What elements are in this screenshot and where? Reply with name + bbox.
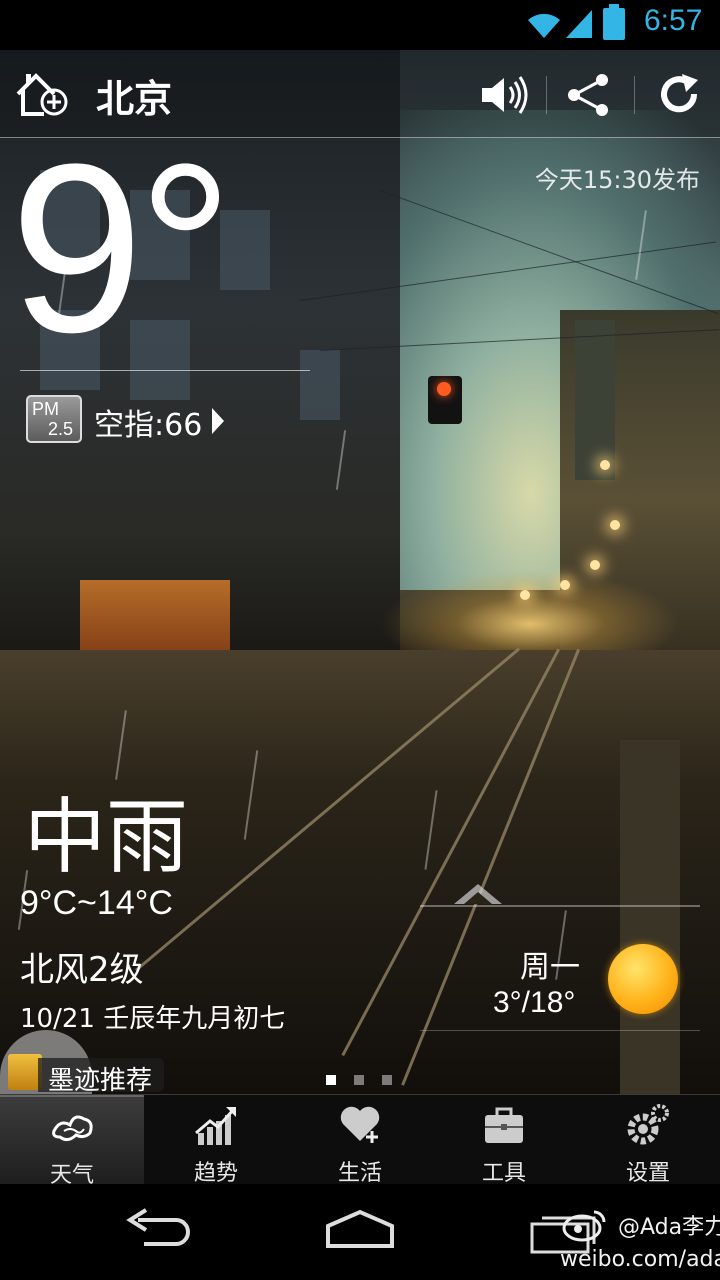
expand-up-icon[interactable] bbox=[454, 884, 502, 904]
heart-plus-icon bbox=[340, 1106, 380, 1143]
tab-settings[interactable]: 设置 bbox=[576, 1095, 720, 1186]
tab-label: 生活 bbox=[337, 1161, 382, 1186]
bottom-tab-bar: 天气 趋势 生活 工具 设置 bbox=[0, 1094, 720, 1188]
status-bar: 6:57 bbox=[0, 0, 720, 50]
speaker-icon[interactable] bbox=[478, 72, 530, 118]
trend-chart-icon bbox=[195, 1107, 236, 1145]
sun-icon bbox=[608, 944, 678, 1014]
publish-time: 今天15:30发布 bbox=[534, 166, 700, 194]
street-lamp bbox=[600, 460, 610, 470]
tab-tools[interactable]: 工具 bbox=[432, 1095, 576, 1186]
street-lamp bbox=[560, 580, 570, 590]
church-tower bbox=[575, 320, 615, 480]
chevron-right-icon[interactable] bbox=[212, 408, 224, 434]
pm25-badge-top: PM bbox=[32, 399, 59, 419]
refresh-icon[interactable] bbox=[656, 72, 702, 118]
wind-info: 北风2级 bbox=[20, 950, 144, 990]
sidewalk-curb bbox=[620, 740, 680, 1094]
watermark-handle: @Ada李力 bbox=[618, 1215, 720, 1240]
tab-label: 趋势 bbox=[193, 1161, 238, 1186]
tab-life[interactable]: 生活 bbox=[288, 1095, 432, 1186]
pm25-badge-bottom: 2.5 bbox=[48, 419, 74, 439]
back-icon[interactable] bbox=[124, 1206, 196, 1256]
pm25-badge[interactable]: PM 2.5 bbox=[26, 395, 82, 443]
tab-label: 设置 bbox=[625, 1161, 670, 1186]
header-divider bbox=[634, 76, 635, 114]
home-icon[interactable] bbox=[322, 1206, 398, 1256]
wifi-icon bbox=[528, 13, 560, 38]
promo-recommend-button[interactable]: 墨迹推荐 bbox=[0, 1030, 166, 1096]
tab-trend[interactable]: 趋势 bbox=[144, 1095, 288, 1186]
temperature-range: 9°C~14°C bbox=[20, 884, 173, 922]
watermark-url: weibo.com/adali bbox=[560, 1247, 720, 1272]
tab-weather[interactable]: 天气 bbox=[0, 1095, 144, 1188]
street-lamp bbox=[590, 560, 600, 570]
header-divider bbox=[546, 76, 547, 114]
battery-icon bbox=[603, 4, 625, 40]
forecast-range: 3°/18° bbox=[493, 986, 576, 1019]
street-lights-glow bbox=[380, 570, 680, 660]
forecast-divider-top bbox=[420, 905, 700, 907]
tab-label: 工具 bbox=[481, 1161, 526, 1186]
street-lamp bbox=[610, 520, 620, 530]
page-dot[interactable] bbox=[354, 1075, 364, 1085]
watermark: @Ada李力 weibo.com/adali bbox=[560, 1212, 720, 1276]
gears-icon bbox=[627, 1104, 669, 1145]
add-city-icon[interactable] bbox=[14, 70, 70, 118]
page-dot[interactable] bbox=[382, 1075, 392, 1085]
air-quality-index[interactable]: 空指:66 bbox=[94, 400, 202, 444]
weather-condition: 中雨 bbox=[24, 790, 189, 885]
promo-label: 墨迹推荐 bbox=[48, 1066, 153, 1096]
page-indicator bbox=[326, 1070, 410, 1089]
share-icon[interactable] bbox=[566, 72, 612, 118]
status-clock: 6:57 bbox=[644, 4, 703, 37]
page-dot[interactable] bbox=[326, 1075, 336, 1085]
temperature-divider bbox=[20, 370, 310, 371]
forecast-day: 周一 bbox=[520, 950, 580, 985]
cloud-icon bbox=[52, 1115, 93, 1142]
forecast-divider-bottom bbox=[420, 1030, 700, 1031]
street-lamp bbox=[520, 590, 530, 600]
current-temperature: 9° bbox=[10, 114, 233, 382]
shopping-bag-icon bbox=[8, 1054, 42, 1090]
signal-icon bbox=[566, 10, 592, 38]
traffic-light bbox=[428, 376, 462, 424]
toolbox-icon bbox=[485, 1107, 523, 1143]
